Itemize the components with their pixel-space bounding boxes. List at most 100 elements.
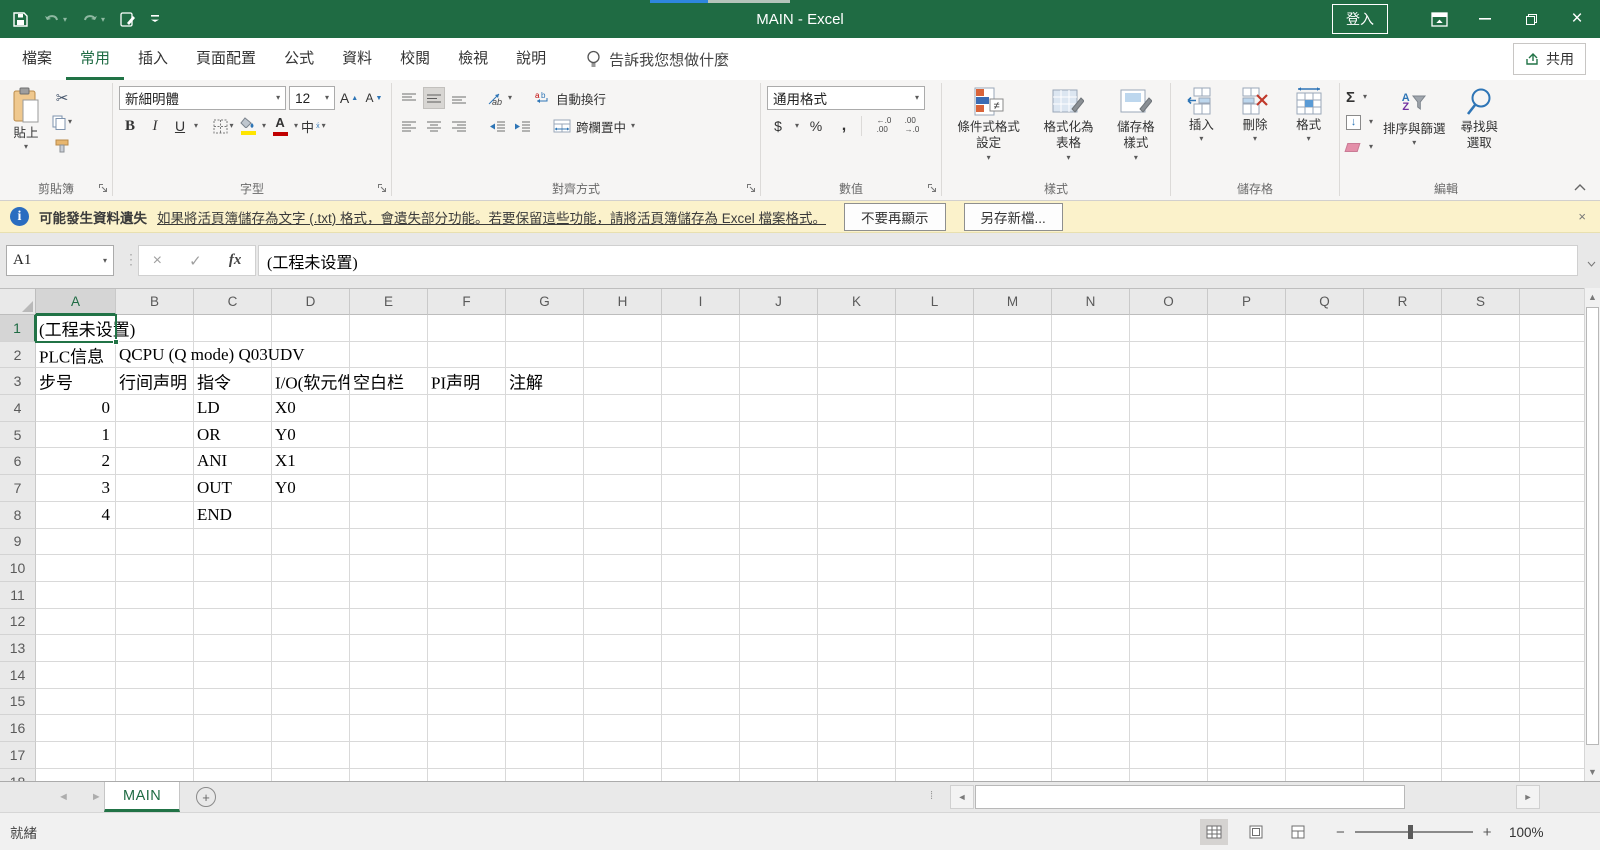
cell-C9[interactable] bbox=[194, 529, 272, 556]
cell-L5[interactable] bbox=[896, 422, 974, 449]
cell-B17[interactable] bbox=[116, 742, 194, 769]
cell-P17[interactable] bbox=[1208, 742, 1286, 769]
normal-view-icon[interactable] bbox=[1200, 819, 1228, 845]
cell-E8[interactable] bbox=[350, 502, 428, 529]
page-layout-view-icon[interactable] bbox=[1242, 819, 1270, 845]
cell-H11[interactable] bbox=[584, 582, 662, 609]
format-cells-button[interactable]: 格式▾ bbox=[1289, 85, 1329, 145]
cell-A9[interactable] bbox=[36, 529, 116, 556]
tell-me-box[interactable]: 告訴我您想做什麼 bbox=[586, 38, 729, 80]
vertical-scroll-thumb[interactable] bbox=[1586, 307, 1599, 745]
cell-P3[interactable] bbox=[1208, 368, 1286, 395]
cell-Q3[interactable] bbox=[1286, 368, 1364, 395]
paste-button[interactable]: 貼上 ▾ bbox=[6, 85, 46, 153]
cell-S5[interactable] bbox=[1442, 422, 1520, 449]
cell-O9[interactable] bbox=[1130, 529, 1208, 556]
underline-icon[interactable]: U bbox=[169, 115, 191, 137]
dont-show-again-button[interactable]: 不要再顯示 bbox=[844, 203, 946, 231]
cell-I3[interactable] bbox=[662, 368, 740, 395]
cell-I11[interactable] bbox=[662, 582, 740, 609]
cell-I2[interactable] bbox=[662, 342, 740, 369]
cell-P15[interactable] bbox=[1208, 689, 1286, 716]
cell-A7[interactable]: 3 bbox=[36, 475, 116, 502]
cell-O11[interactable] bbox=[1130, 582, 1208, 609]
row-header-16[interactable]: 16 bbox=[0, 715, 36, 742]
cell-L13[interactable] bbox=[896, 635, 974, 662]
column-header-I[interactable]: I bbox=[662, 289, 740, 315]
cell-J17[interactable] bbox=[740, 742, 818, 769]
cell-O18[interactable] bbox=[1130, 769, 1208, 781]
cell-R5[interactable] bbox=[1364, 422, 1442, 449]
add-sheet-icon[interactable]: + bbox=[196, 787, 216, 807]
cell-H8[interactable] bbox=[584, 502, 662, 529]
cell-F4[interactable] bbox=[428, 395, 506, 422]
cell-S16[interactable] bbox=[1442, 715, 1520, 742]
fill-color-icon[interactable] bbox=[237, 115, 259, 137]
cell-H13[interactable] bbox=[584, 635, 662, 662]
cell-J8[interactable] bbox=[740, 502, 818, 529]
cell-L3[interactable] bbox=[896, 368, 974, 395]
column-header-B[interactable]: B bbox=[116, 289, 194, 315]
cell-N11[interactable] bbox=[1052, 582, 1130, 609]
column-header-D[interactable]: D bbox=[272, 289, 350, 315]
cell-J18[interactable] bbox=[740, 769, 818, 781]
cell-A1[interactable]: (工程未设置) bbox=[36, 315, 116, 342]
cell-P12[interactable] bbox=[1208, 609, 1286, 636]
cell-G11[interactable] bbox=[506, 582, 584, 609]
cell-D11[interactable] bbox=[272, 582, 350, 609]
tab-常用[interactable]: 常用 bbox=[66, 38, 124, 80]
column-header-J[interactable]: J bbox=[740, 289, 818, 315]
column-header-F[interactable]: F bbox=[428, 289, 506, 315]
cell-D12[interactable] bbox=[272, 609, 350, 636]
cell-A16[interactable] bbox=[36, 715, 116, 742]
horizontal-scrollbar[interactable]: ◄ ► bbox=[950, 785, 1540, 809]
column-header-K[interactable]: K bbox=[818, 289, 896, 315]
cell-R18[interactable] bbox=[1364, 769, 1442, 781]
cell-G4[interactable] bbox=[506, 395, 584, 422]
cell-P5[interactable] bbox=[1208, 422, 1286, 449]
bold-icon[interactable]: B bbox=[119, 115, 141, 137]
cell-D14[interactable] bbox=[272, 662, 350, 689]
cell-Q17[interactable] bbox=[1286, 742, 1364, 769]
find-select-button[interactable]: 尋找與 選取 bbox=[1456, 85, 1504, 154]
tab-公式[interactable]: 公式 bbox=[270, 38, 328, 80]
cell-M14[interactable] bbox=[974, 662, 1052, 689]
cell-F6[interactable] bbox=[428, 448, 506, 475]
orientation-icon[interactable]: ab▾ bbox=[486, 87, 512, 109]
cell-I13[interactable] bbox=[662, 635, 740, 662]
cell-B12[interactable] bbox=[116, 609, 194, 636]
cell-L17[interactable] bbox=[896, 742, 974, 769]
cell-D4[interactable]: X0 bbox=[272, 395, 350, 422]
cell-Q5[interactable] bbox=[1286, 422, 1364, 449]
cell-O13[interactable] bbox=[1130, 635, 1208, 662]
cell-G6[interactable] bbox=[506, 448, 584, 475]
cell-A18[interactable] bbox=[36, 769, 116, 781]
scroll-down-icon[interactable]: ▼ bbox=[1585, 763, 1600, 781]
font-dialog-launcher[interactable] bbox=[377, 181, 387, 196]
cell-S2[interactable] bbox=[1442, 342, 1520, 369]
cell-K12[interactable] bbox=[818, 609, 896, 636]
cell-B4[interactable] bbox=[116, 395, 194, 422]
row-header-14[interactable]: 14 bbox=[0, 662, 36, 689]
cell-S18[interactable] bbox=[1442, 769, 1520, 781]
cell-D6[interactable]: X1 bbox=[272, 448, 350, 475]
cell-N9[interactable] bbox=[1052, 529, 1130, 556]
cell-D7[interactable]: Y0 bbox=[272, 475, 350, 502]
cell-F17[interactable] bbox=[428, 742, 506, 769]
cell-S3[interactable] bbox=[1442, 368, 1520, 395]
cell-H5[interactable] bbox=[584, 422, 662, 449]
cell-H18[interactable] bbox=[584, 769, 662, 781]
cell-I4[interactable] bbox=[662, 395, 740, 422]
row-header-9[interactable]: 9 bbox=[0, 529, 36, 556]
cell-P10[interactable] bbox=[1208, 555, 1286, 582]
cell-D10[interactable] bbox=[272, 555, 350, 582]
cell-E17[interactable] bbox=[350, 742, 428, 769]
enter-icon[interactable]: ✓ bbox=[189, 252, 202, 270]
fill-icon[interactable]: ↓▾ bbox=[1346, 111, 1373, 133]
borders-icon[interactable]: ▾ bbox=[212, 115, 234, 137]
cell-S14[interactable] bbox=[1442, 662, 1520, 689]
cell-M9[interactable] bbox=[974, 529, 1052, 556]
column-header-H[interactable]: H bbox=[584, 289, 662, 315]
increase-indent-icon[interactable] bbox=[511, 115, 533, 137]
cell-E10[interactable] bbox=[350, 555, 428, 582]
